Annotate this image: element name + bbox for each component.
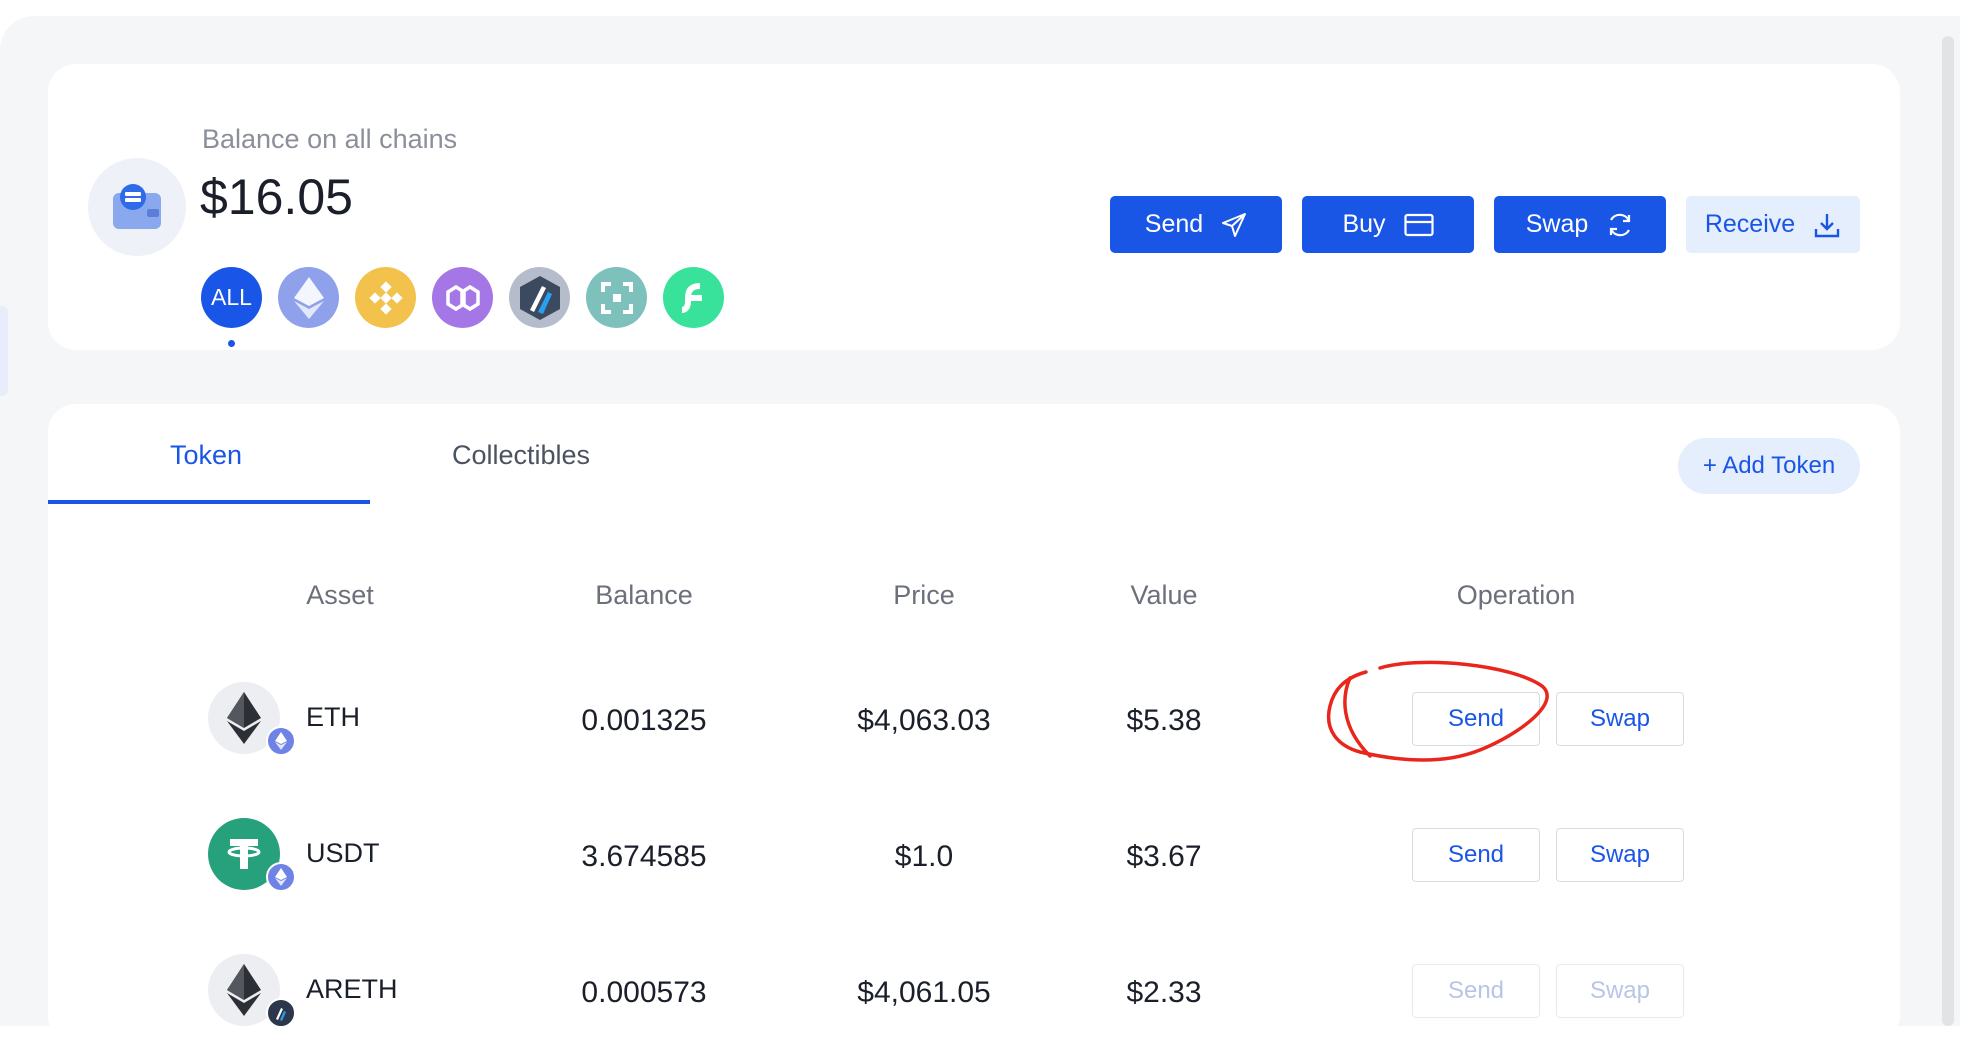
buy-button[interactable]: Buy [1302,196,1474,253]
header-value: Value [1130,580,1198,610]
ethereum-network-badge-icon [266,862,296,892]
asset-value: $5.38 [1126,704,1202,737]
balance-card: Balance on all chains $16.05 ALL Send Bu… [48,64,1900,350]
selected-indicator [228,340,235,347]
credit-card-icon [1403,213,1434,236]
sidebar-edge [0,306,8,396]
wallet-icon [88,158,186,256]
arbitrum-network-badge-icon [266,998,296,1028]
asset-symbol: ARETH [306,974,398,1004]
tab-token[interactable]: Token [170,440,242,471]
send-button[interactable]: Send [1110,196,1282,253]
asset-balance: 3.674585 [581,840,707,873]
asset-balance: 0.000573 [581,976,707,1009]
receive-label: Receive [1704,210,1796,238]
add-token-button[interactable]: + Add Token [1678,438,1860,494]
chain-all-label: ALL [211,284,252,310]
row-send-button[interactable]: Send [1412,964,1540,1018]
wallet-page: Balance on all chains $16.05 ALL Send Bu… [0,16,1960,1044]
arbitrum-icon[interactable] [509,267,570,328]
asset-symbol: USDT [306,838,380,868]
active-tab-underline [48,500,370,504]
chain-filter: ALL [201,267,724,347]
swap-button[interactable]: Swap [1494,196,1666,253]
table-row: USDT 3.674585 $1.0 $3.67 Send Swap [48,804,1900,904]
buy-label: Buy [1342,210,1386,238]
asset-symbol: ETH [306,702,360,732]
asset-price: $4,063.03 [857,704,991,737]
assets-card: Token Collectibles + Add Token Asset Bal… [48,404,1900,1044]
row-send-button[interactable]: Send [1412,692,1540,746]
balance-label: Balance on all chains [202,124,458,154]
header-asset: Asset [306,580,374,610]
row-swap-button[interactable]: Swap [1556,692,1684,746]
balance-amount: $16.05 [200,169,353,225]
download-icon [1814,213,1840,237]
asset-price: $4,061.05 [857,976,991,1009]
send-label: Send [1144,210,1204,238]
asset-balance: 0.001325 [581,704,707,737]
row-send-button[interactable]: Send [1412,828,1540,882]
header-operation: Operation [1456,580,1576,610]
header-balance: Balance [595,580,693,610]
ethereum-icon[interactable] [278,267,339,328]
table-row: ARETH 0.000573 $4,061.05 $2.33 Send Swap [48,940,1900,1040]
asset-value: $2.33 [1126,976,1202,1009]
receive-button[interactable]: Receive [1686,196,1860,253]
asset-value: $3.67 [1126,840,1202,873]
vertical-scrollbar[interactable] [1942,36,1954,1026]
chain-all-button[interactable]: ALL [201,267,262,347]
paper-plane-icon [1222,212,1247,237]
row-swap-button[interactable]: Swap [1556,828,1684,882]
swap-label: Swap [1525,210,1589,238]
row-swap-button[interactable]: Swap [1556,964,1684,1018]
header-price: Price [893,580,955,610]
ethereum-network-badge-icon [266,726,296,756]
bnb-chain-icon[interactable] [355,267,416,328]
table-row: ETH 0.001325 $4,063.03 $5.38 Send Swap [48,668,1900,768]
teal-chain-icon[interactable] [586,267,647,328]
tab-collectibles[interactable]: Collectibles [452,440,590,471]
asset-price: $1.0 [894,840,954,873]
polygon-icon[interactable] [432,267,493,328]
flow-chain-icon[interactable] [663,267,724,328]
wallet-actions: Send Buy Swap Receive [1110,196,1860,253]
refresh-icon [1610,213,1631,236]
